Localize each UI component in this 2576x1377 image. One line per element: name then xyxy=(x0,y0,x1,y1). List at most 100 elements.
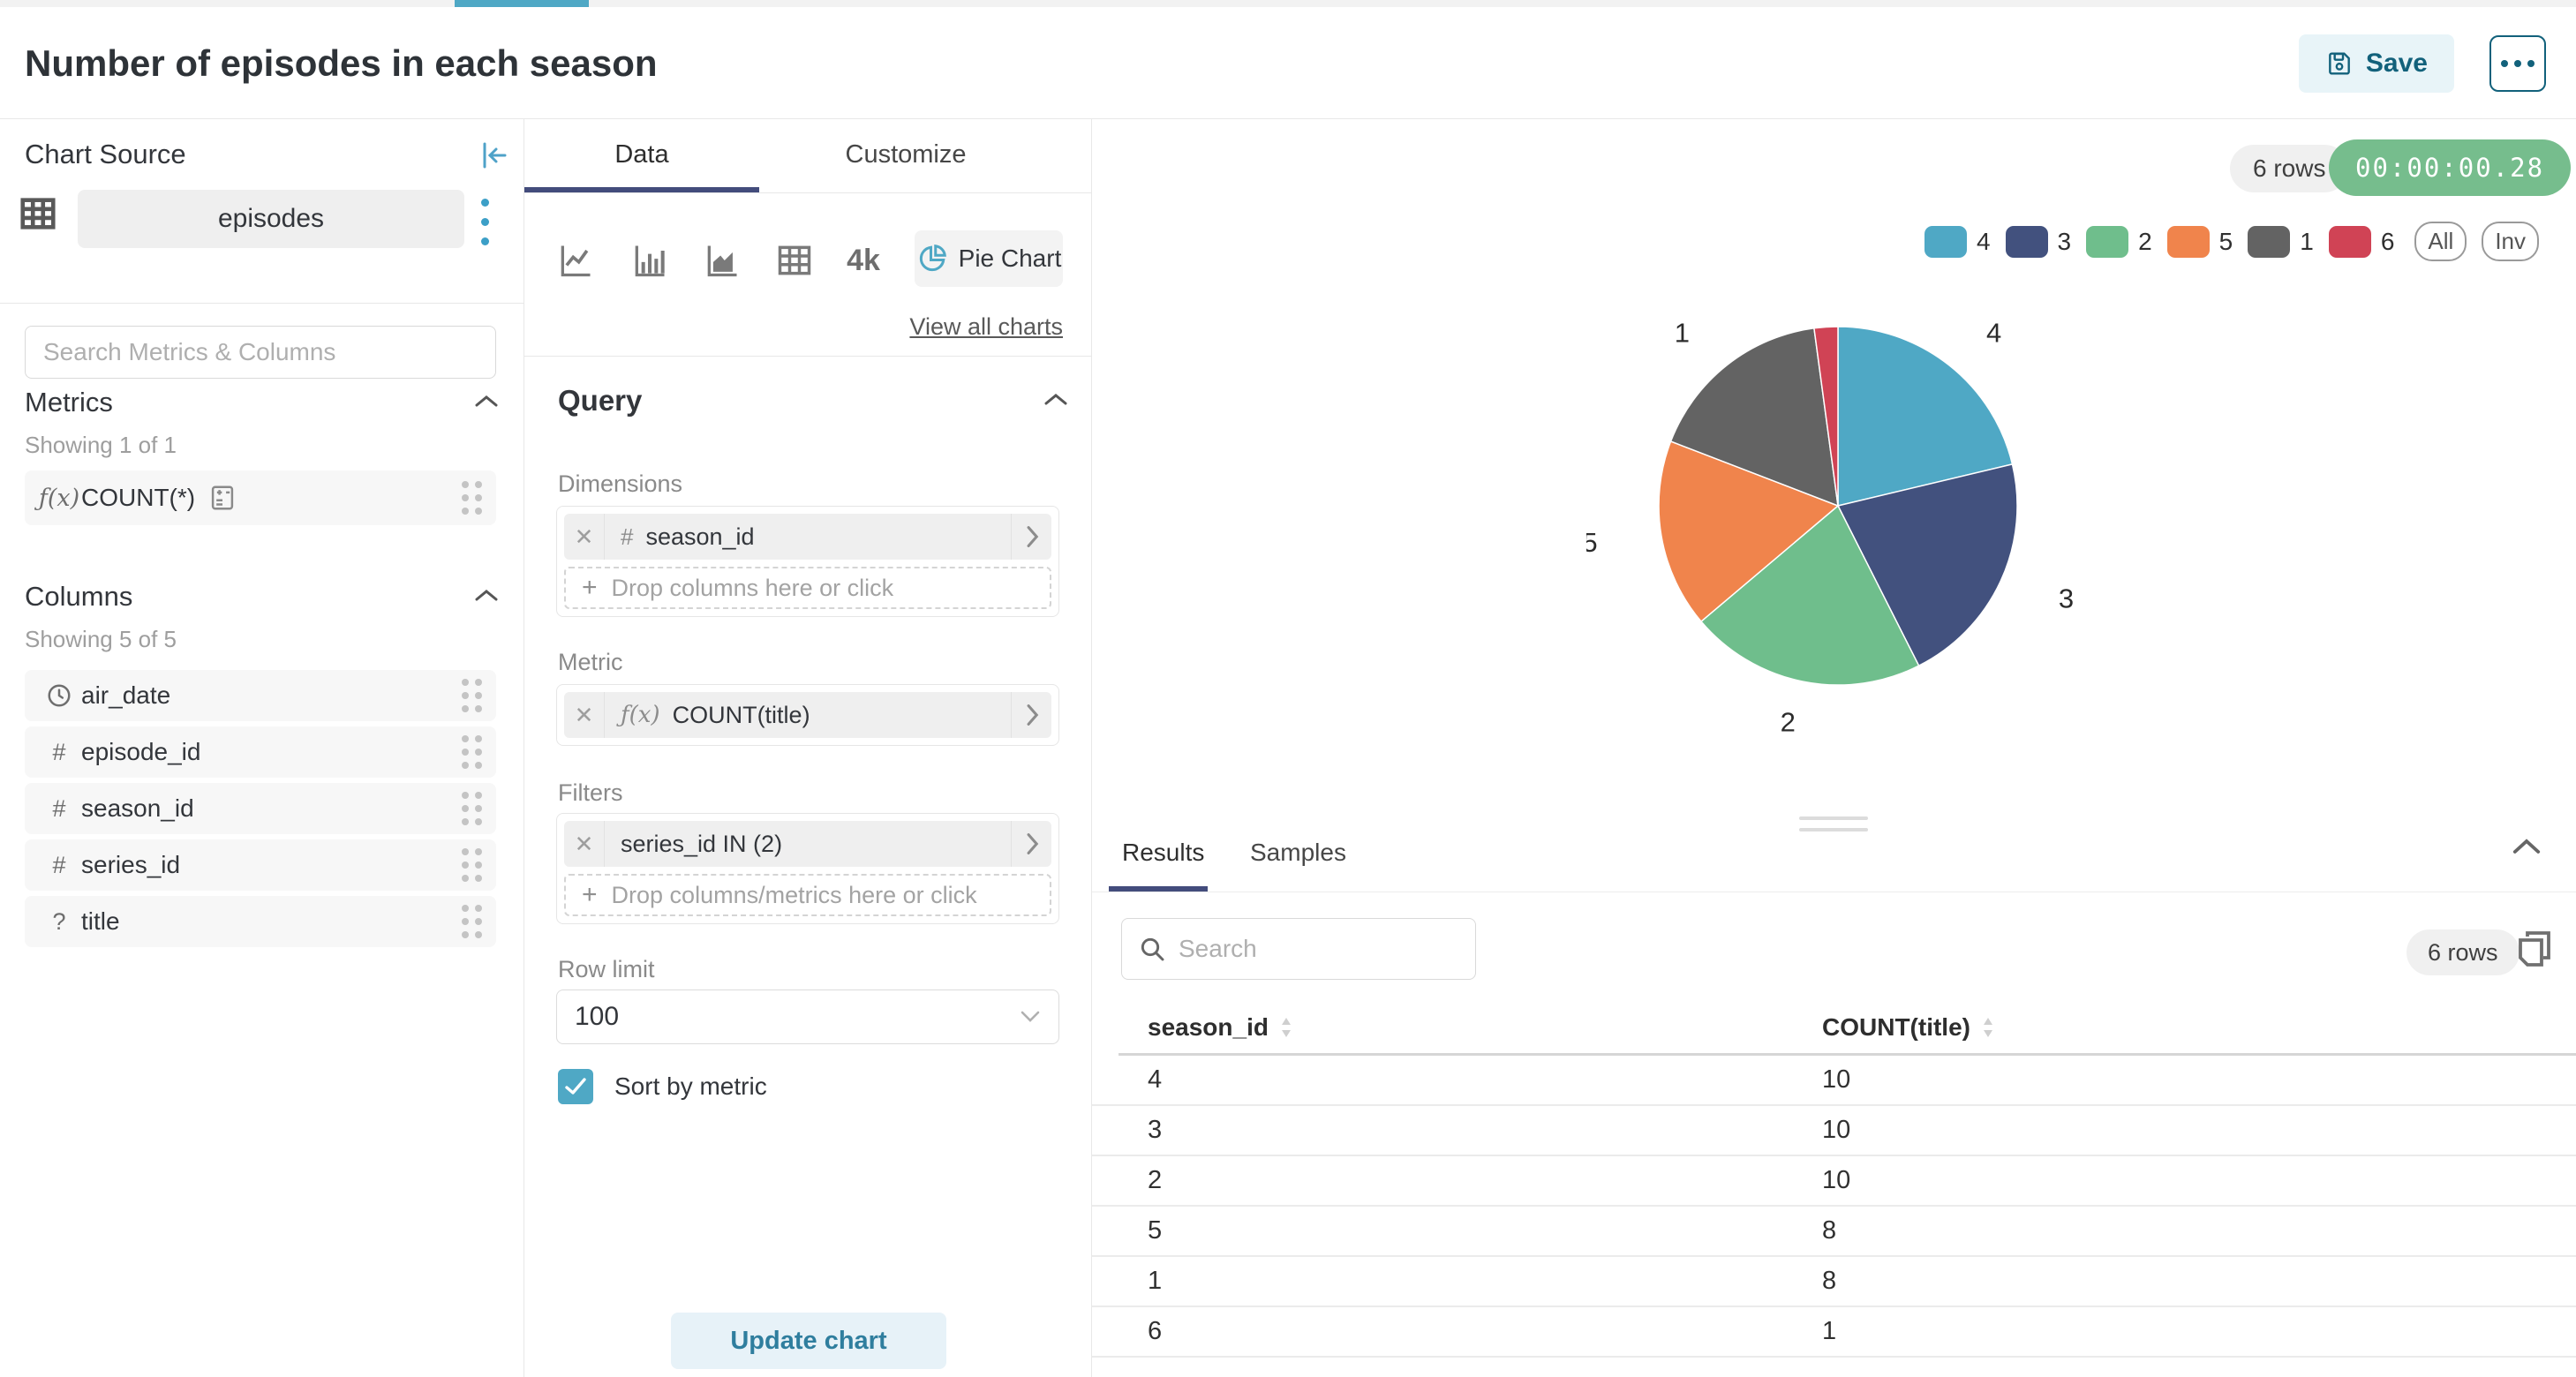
tab-customize[interactable]: Customize xyxy=(833,140,978,169)
cell-season-id: 4 xyxy=(1148,1056,1162,1104)
dimension-pill[interactable]: ✕ # season_id xyxy=(564,514,1051,560)
sort-icon[interactable] xyxy=(1279,1016,1293,1039)
cell-count-title: 10 xyxy=(1822,1106,1850,1155)
view-all-charts-link[interactable]: View all charts xyxy=(877,313,1063,341)
top-scroll-track xyxy=(0,0,2576,7)
line-chart-icon[interactable] xyxy=(547,232,604,289)
row-limit-label: Row limit xyxy=(558,956,655,983)
dimensions-dropzone[interactable]: + Drop columns here or click xyxy=(564,567,1051,609)
drag-handle-icon[interactable] xyxy=(462,735,482,769)
metrics-search-box xyxy=(25,326,496,379)
drag-handle-icon[interactable] xyxy=(462,679,482,712)
filter-pill[interactable]: ✕ series_id IN (2) xyxy=(564,821,1051,867)
drag-handle-icon[interactable] xyxy=(462,481,482,515)
copy-icon[interactable] xyxy=(2515,928,2554,970)
bar-chart-icon[interactable] xyxy=(621,232,678,289)
column-list-item[interactable]: ?title xyxy=(25,896,496,947)
save-button[interactable]: Save xyxy=(2299,34,2454,93)
table-row[interactable]: 4 10 xyxy=(1092,1056,2576,1106)
dataset-menu-icon[interactable] xyxy=(478,195,493,249)
legend-item[interactable]: 2 xyxy=(2086,226,2152,258)
legend-swatch xyxy=(2167,226,2210,258)
table-chart-icon[interactable] xyxy=(766,232,823,289)
metrics-search-input[interactable] xyxy=(43,338,478,366)
save-icon xyxy=(2325,49,2354,78)
column-list-item[interactable]: #episode_id xyxy=(25,726,496,778)
column-list-item[interactable]: #season_id xyxy=(25,783,496,834)
table-row[interactable]: 210 xyxy=(1092,1156,2576,1207)
columns-collapse-icon[interactable] xyxy=(473,587,500,605)
area-chart-icon[interactable] xyxy=(694,232,750,289)
dimensions-label: Dimensions xyxy=(558,470,682,498)
query-collapse-icon[interactable] xyxy=(1042,391,1070,409)
cell-season-id: 1 xyxy=(1148,1257,1162,1306)
legend-item[interactable]: 3 xyxy=(2006,226,2072,258)
chevron-right-icon[interactable] xyxy=(1011,514,1051,560)
pie-chart-icon xyxy=(916,243,948,275)
tab-data[interactable]: Data xyxy=(524,140,759,169)
sort-by-metric-row: Sort by metric xyxy=(558,1069,767,1104)
column-list-item[interactable]: #series_id xyxy=(25,839,496,891)
dataset-selector[interactable]: episodes xyxy=(78,190,464,248)
metric-pill[interactable]: ✕ ƒ(x) COUNT(title) xyxy=(564,692,1051,738)
results-table-body: 410310210581861 xyxy=(1092,1056,2576,1358)
pie-chart-type-button[interactable]: Pie Chart xyxy=(915,230,1063,287)
legend-item[interactable]: 6 xyxy=(2329,226,2395,258)
row-limit-select[interactable]: 100 xyxy=(556,989,1059,1044)
table-row[interactable]: 18 xyxy=(1092,1257,2576,1307)
drag-handle-icon[interactable] xyxy=(462,792,482,825)
sort-by-metric-checkbox[interactable] xyxy=(558,1069,593,1104)
plus-icon: + xyxy=(582,573,598,603)
big-number-icon[interactable]: 4k xyxy=(835,232,892,289)
top-scroll-thumb[interactable] xyxy=(455,0,589,7)
table-row[interactable]: 58 xyxy=(1092,1207,2576,1257)
dataset-grid-icon xyxy=(18,193,58,234)
legend-item[interactable]: 5 xyxy=(2167,226,2233,258)
cell-season-id: 5 xyxy=(1148,1207,1162,1255)
save-label: Save xyxy=(2366,49,2428,79)
table-header-count-title[interactable]: COUNT(title) xyxy=(1822,1013,1995,1042)
column-list-item[interactable]: air_date xyxy=(25,670,496,721)
drag-handle-icon[interactable] xyxy=(462,848,482,882)
panel-resize-handle[interactable] xyxy=(1799,816,1868,839)
cell-count-title: 10 xyxy=(1822,1056,1850,1104)
filters-control: ✕ series_id IN (2) + Drop columns/metric… xyxy=(556,813,1059,924)
filters-dropzone[interactable]: + Drop columns/metrics here or click xyxy=(564,874,1051,916)
chevron-down-icon xyxy=(1020,1010,1041,1024)
cell-season-id: 3 xyxy=(1148,1106,1162,1155)
legend-item[interactable]: 1 xyxy=(2248,226,2314,258)
dimension-pill-label: season_id xyxy=(645,523,754,551)
chart-source-title: Chart Source xyxy=(25,139,186,170)
legend-label: 1 xyxy=(2300,228,2314,256)
sort-icon[interactable] xyxy=(1981,1016,1995,1039)
legend-swatch xyxy=(1924,226,1967,258)
pie-slice-label: 3 xyxy=(2059,583,2074,614)
remove-icon[interactable]: ✕ xyxy=(564,692,605,738)
table-row[interactable]: 3 10 xyxy=(1092,1106,2576,1156)
chevron-right-icon[interactable] xyxy=(1011,692,1051,738)
table-row[interactable]: 61 xyxy=(1092,1307,2576,1358)
remove-icon[interactable]: ✕ xyxy=(564,514,605,560)
query-section-title: Query xyxy=(558,384,642,418)
metric-list-item[interactable]: ƒ(x) COUNT(*) xyxy=(25,470,496,525)
collapse-panel-icon[interactable] xyxy=(479,140,509,170)
pie-chart[interactable]: 43251 xyxy=(1586,260,2090,755)
legend-inv-button[interactable]: Inv xyxy=(2482,222,2539,261)
hash-icon: # xyxy=(39,852,79,879)
legend-item[interactable]: 4 xyxy=(1924,226,1991,258)
more-actions-button[interactable] xyxy=(2489,35,2546,92)
legend-all-button[interactable]: All xyxy=(2414,222,2467,261)
legend-label: 5 xyxy=(2219,228,2233,256)
hash-icon: # xyxy=(621,523,633,551)
tab-samples[interactable]: Samples xyxy=(1250,839,1346,867)
results-search-input[interactable] xyxy=(1179,935,1459,963)
chevron-right-icon[interactable] xyxy=(1011,821,1051,867)
control-panel: Data Customize 4k Pie Chart View all xyxy=(524,119,1092,1377)
metrics-collapse-icon[interactable] xyxy=(473,393,500,410)
results-collapse-icon[interactable] xyxy=(2510,836,2543,857)
table-header-season-id[interactable]: season_id xyxy=(1148,1013,1293,1042)
drag-handle-icon[interactable] xyxy=(462,905,482,938)
remove-icon[interactable]: ✕ xyxy=(564,821,605,867)
tab-results[interactable]: Results xyxy=(1122,839,1204,867)
update-chart-button[interactable]: Update chart xyxy=(671,1313,946,1369)
